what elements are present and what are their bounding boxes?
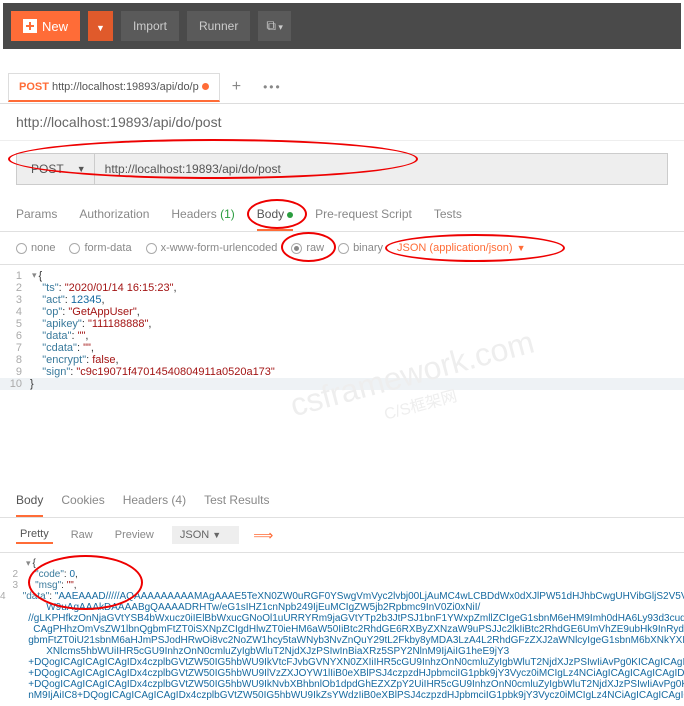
plus-icon <box>23 19 37 33</box>
url-display: http://localhost:19893/api/do/post <box>0 104 684 141</box>
runner-button[interactable]: Runner <box>187 11 250 41</box>
body-type-binary[interactable]: binary <box>338 242 383 254</box>
resp-tab-testresults[interactable]: Test Results <box>204 493 269 517</box>
response-body-editor[interactable]: ▾{ 2 "code": 0, 3 "msg": "", 4 "data": "… <box>0 553 684 706</box>
request-tab[interactable]: POST http://localhost:19893/api/do/p <box>8 73 220 102</box>
view-preview[interactable]: Preview <box>111 527 158 543</box>
view-pretty[interactable]: Pretty <box>16 526 53 544</box>
content-type-select[interactable]: JSON (application/json) ▼ <box>397 242 525 254</box>
tab-tests[interactable]: Tests <box>434 207 462 231</box>
window-menu-button[interactable]: ⧉ ▾ <box>258 11 291 41</box>
tab-body[interactable]: Body <box>257 207 293 231</box>
request-tabs-row: POST http://localhost:19893/api/do/p + •… <box>0 71 684 104</box>
main-toolbar: New ▼ Import Runner ⧉ ▾ <box>3 3 681 49</box>
unsaved-dot-icon <box>202 83 209 90</box>
new-button[interactable]: New <box>11 11 80 41</box>
chevron-down-icon: ▼ <box>96 23 105 33</box>
add-tab-button[interactable]: + <box>220 71 253 103</box>
tab-params[interactable]: Params <box>16 207 57 231</box>
resp-tab-headers[interactable]: Headers (4) <box>123 493 186 517</box>
body-type-formdata[interactable]: form-data <box>69 242 131 254</box>
body-type-none[interactable]: none <box>16 242 55 254</box>
chevron-down-icon: ▼ <box>77 164 86 174</box>
response-tabs: Body Cookies Headers (4) Test Results <box>0 485 684 518</box>
tab-headers[interactable]: Headers (1) <box>171 207 234 231</box>
request-section-tabs: Params Authorization Headers (1) Body Pr… <box>0 197 684 232</box>
resp-tab-cookies[interactable]: Cookies <box>61 493 104 517</box>
tab-more-button[interactable]: ••• <box>253 73 292 101</box>
wrap-toggle-icon[interactable]: ⟹ <box>253 527 273 544</box>
method-select[interactable]: POST ▼ <box>16 153 95 185</box>
new-dropdown[interactable]: ▼ <box>88 11 113 41</box>
resp-tab-body[interactable]: Body <box>16 493 43 517</box>
body-indicator-icon <box>287 212 293 218</box>
body-type-row: none form-data x-www-form-urlencoded raw… <box>0 232 684 265</box>
tab-method: POST <box>19 81 49 93</box>
request-row: POST ▼ <box>0 141 684 197</box>
body-type-xwww[interactable]: x-www-form-urlencoded <box>146 242 278 254</box>
tab-prerequest[interactable]: Pre-request Script <box>315 207 412 231</box>
view-raw[interactable]: Raw <box>67 527 97 543</box>
request-body-editor[interactable]: 1▾{ 2 "ts": "2020/01/14 16:15:23", 3 "ac… <box>0 265 684 395</box>
response-view-row: Pretty Raw Preview JSON ▼ ⟹ <box>0 518 684 553</box>
response-format-select[interactable]: JSON ▼ <box>172 526 239 544</box>
url-input[interactable] <box>95 153 668 185</box>
tab-authorization[interactable]: Authorization <box>79 207 149 231</box>
body-type-raw[interactable]: raw <box>291 242 324 254</box>
tab-title: http://localhost:19893/api/do/p <box>52 81 199 93</box>
import-button[interactable]: Import <box>121 11 179 41</box>
chevron-down-icon: ▼ <box>517 243 526 253</box>
